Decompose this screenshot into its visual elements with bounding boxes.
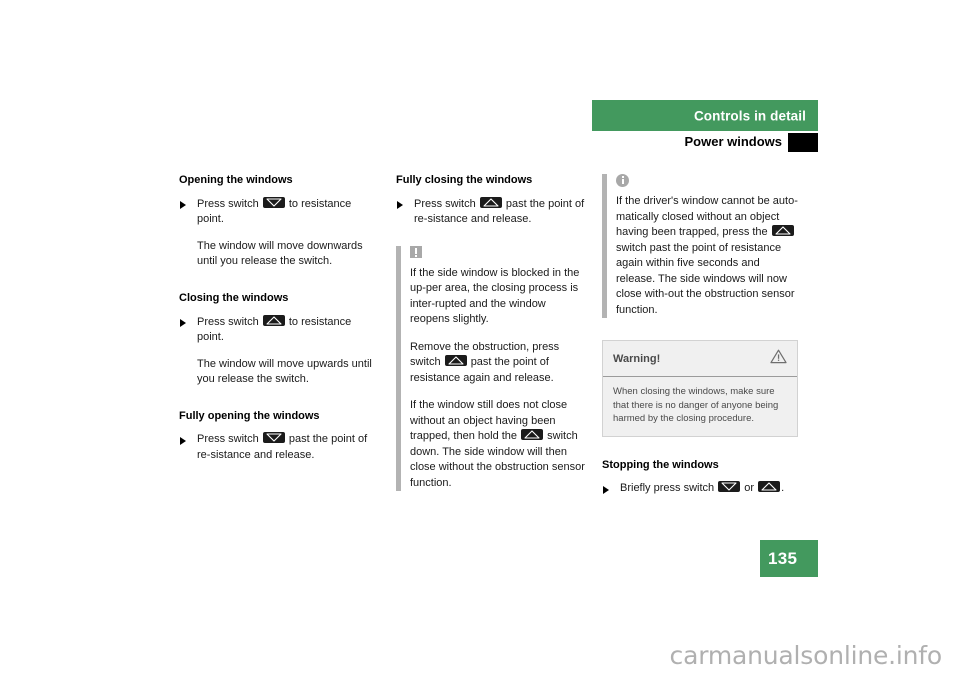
note-paragraph-3: If the window still does not close witho… bbox=[410, 398, 588, 491]
bullet-text-pre: Press switch bbox=[197, 315, 259, 328]
window-switch-up-icon bbox=[444, 355, 467, 367]
warning-body-text: When closing the windows, make sure that… bbox=[613, 386, 779, 424]
info-paragraph: If the driver's window cannot be auto-ma… bbox=[616, 194, 798, 318]
bullet-text-pre: Press switch bbox=[414, 197, 476, 210]
note-block: If the side window is blocked in the up-… bbox=[396, 245, 588, 492]
column-left: Opening the windows Press switch to resi… bbox=[179, 174, 375, 463]
warning-title: Warning! bbox=[613, 353, 661, 365]
info-text-pre: If the driver's window cannot be auto-ma… bbox=[616, 195, 798, 238]
site-watermark: carmanualsonline.info bbox=[669, 641, 943, 670]
list-item: Press switch to resistance point. bbox=[179, 196, 375, 228]
chapter-header-banner: Controls in detail bbox=[592, 100, 818, 131]
warning-box-header: Warning! bbox=[603, 341, 797, 377]
heading-opening-the-windows: Opening the windows bbox=[179, 174, 293, 186]
bullet-triangle-icon bbox=[180, 436, 186, 445]
stopping-text-pre: Briefly press switch bbox=[620, 482, 715, 495]
note-p3-pre: If the window still does not close witho… bbox=[410, 399, 568, 443]
stopping-text-mid: or bbox=[744, 482, 755, 495]
list-item: Press switch past the point of re-sistan… bbox=[179, 432, 375, 463]
heading-fully-opening-the-windows: Fully opening the windows bbox=[179, 409, 320, 422]
list-item: Briefly press switch or . bbox=[602, 481, 798, 497]
window-switch-up-icon bbox=[771, 225, 794, 236]
column-middle: Fully closing the windows Press switch p… bbox=[396, 174, 588, 492]
column-right: If the driver's window cannot be auto-ma… bbox=[602, 174, 798, 497]
manual-page: Controls in detail Power windows Opening… bbox=[0, 0, 960, 678]
paragraph-opening-follow: The window will move downwards until you… bbox=[197, 239, 363, 268]
window-switch-up-icon bbox=[521, 429, 544, 441]
bullet-triangle-icon bbox=[180, 319, 186, 327]
information-icon bbox=[616, 174, 629, 187]
section-title: Power windows bbox=[684, 134, 782, 149]
heading-fully-closing-the-windows: Fully closing the windows bbox=[396, 174, 533, 186]
section-header: Power windows bbox=[592, 133, 818, 152]
window-switch-up-icon bbox=[262, 314, 285, 326]
window-switch-down-icon bbox=[262, 432, 285, 444]
stopping-text-post: . bbox=[781, 482, 785, 495]
page-number-badge: 135 bbox=[760, 540, 818, 577]
note-paragraph-1: If the side window is blocked in the up-… bbox=[410, 266, 580, 326]
bullet-triangle-icon bbox=[603, 485, 609, 494]
heading-stopping-the-windows: Stopping the windows bbox=[602, 458, 719, 471]
window-switch-down-icon bbox=[262, 196, 285, 208]
heading-closing-the-windows: Closing the windows bbox=[179, 291, 289, 304]
note-paragraph-2: Remove the obstruction, press switch pas… bbox=[410, 340, 588, 387]
info-rail-bar bbox=[602, 174, 607, 318]
bullet-text-pre: Press switch bbox=[197, 197, 259, 210]
warning-triangle-icon bbox=[770, 349, 787, 369]
window-switch-down-icon bbox=[718, 481, 741, 493]
list-item: Press switch to resistance point. bbox=[179, 314, 375, 346]
exclamation-note-icon bbox=[410, 245, 422, 258]
bullet-text-pre: Press switch bbox=[197, 433, 259, 446]
info-block: If the driver's window cannot be auto-ma… bbox=[602, 174, 798, 318]
list-item: Press switch past the point of re-sistan… bbox=[396, 196, 588, 228]
window-switch-up-icon bbox=[479, 196, 502, 208]
bullet-triangle-icon bbox=[397, 201, 403, 210]
bullet-triangle-icon bbox=[180, 201, 186, 210]
warning-box: Warning! When closing the windows, make … bbox=[602, 340, 798, 437]
chapter-title: Controls in detail bbox=[693, 108, 806, 123]
header-black-marker bbox=[788, 133, 818, 152]
paragraph-closing-follow: The window will move upwards until you r… bbox=[197, 357, 372, 386]
note-rail-bar bbox=[396, 245, 401, 492]
window-switch-up-icon bbox=[758, 481, 781, 493]
info-text-post: switch past the point of resistance agai… bbox=[616, 241, 795, 316]
